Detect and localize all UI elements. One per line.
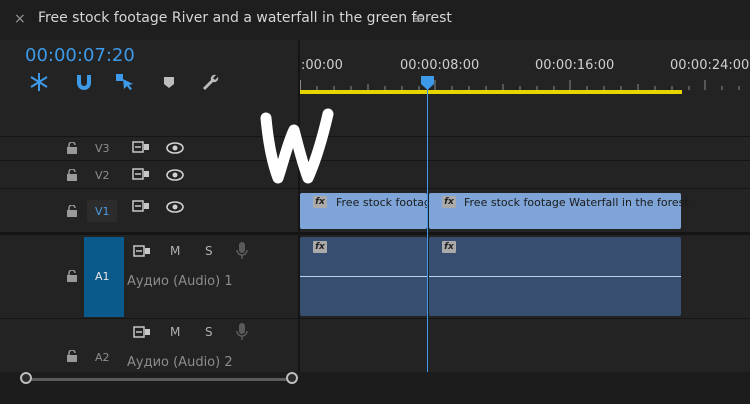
audio-track-label-a2[interactable]: Аудио (Audio) 2 xyxy=(127,355,233,370)
clip-title: Free stock footag xyxy=(336,196,431,209)
clip-title: Free stock footage Waterfall in the fore… xyxy=(464,196,689,209)
fx-badge[interactable]: fx xyxy=(442,241,456,253)
fx-badge[interactable]: fx xyxy=(313,241,327,253)
lock-icon[interactable] xyxy=(67,142,77,154)
toggle-sync-icon[interactable] xyxy=(132,200,150,212)
add-marker-icon[interactable] xyxy=(158,71,180,93)
toggle-sync-icon[interactable] xyxy=(133,245,151,257)
track-name-v3[interactable]: V3 xyxy=(95,142,110,155)
video-clip[interactable]: fx Free stock footage Waterfall in the f… xyxy=(429,193,689,229)
playhead-line[interactable] xyxy=(427,88,428,374)
nest-sequence-icon[interactable] xyxy=(28,71,50,93)
sequence-tab-title[interactable]: Free stock footage River and a waterfall… xyxy=(38,10,452,26)
mute-button[interactable]: M xyxy=(170,244,180,258)
close-icon[interactable]: × xyxy=(14,11,26,27)
video-clip[interactable]: fx Free stock footag xyxy=(300,193,431,229)
work-area-bar[interactable] xyxy=(300,90,682,94)
playhead-timecode[interactable]: 00:00:07:20 xyxy=(25,45,135,66)
ruler-label: 00:00:24:00 xyxy=(670,58,750,73)
track-name-v2[interactable]: V2 xyxy=(95,169,110,182)
mute-button[interactable]: M xyxy=(170,325,180,339)
solo-button[interactable]: S xyxy=(205,244,213,258)
lock-icon[interactable] xyxy=(67,169,77,181)
audio-clip[interactable]: fx xyxy=(300,237,427,316)
time-ruler[interactable] xyxy=(300,80,750,90)
track-name-a2[interactable]: A2 xyxy=(95,351,110,364)
playhead-handle[interactable] xyxy=(421,76,434,90)
microphone-icon[interactable] xyxy=(236,242,248,260)
scroll-track[interactable] xyxy=(25,378,293,381)
volume-rubber-band[interactable] xyxy=(429,276,681,277)
panel-menu-icon[interactable]: ≡ xyxy=(413,11,425,27)
divider xyxy=(0,160,750,161)
ruler-label: :00:00 xyxy=(301,58,343,73)
solo-button[interactable]: S xyxy=(205,325,213,339)
settings-wrench-icon[interactable] xyxy=(199,71,221,93)
ruler-label: 00:00:16:00 xyxy=(535,58,615,73)
track-name-a1[interactable]: A1 xyxy=(95,270,110,283)
lock-icon[interactable] xyxy=(67,350,77,362)
divider xyxy=(0,318,750,319)
video-audio-divider xyxy=(0,232,750,235)
toggle-sync-icon[interactable] xyxy=(133,326,151,338)
audio-track-label-a1[interactable]: Аудио (Audio) 1 xyxy=(127,274,233,289)
toggle-sync-icon[interactable] xyxy=(132,141,150,153)
microphone-icon[interactable] xyxy=(236,323,248,341)
fx-badge[interactable]: fx xyxy=(442,196,456,208)
fx-badge[interactable]: fx xyxy=(313,196,327,208)
divider xyxy=(0,136,750,137)
timeline-zoom-scrollbar[interactable] xyxy=(0,372,750,404)
lock-icon[interactable] xyxy=(67,205,77,217)
eye-icon[interactable] xyxy=(166,169,184,181)
track-name-v1[interactable]: V1 xyxy=(95,205,110,218)
ruler-label: 00:00:08:00 xyxy=(400,58,480,73)
snap-icon[interactable] xyxy=(73,71,95,93)
lock-icon[interactable] xyxy=(67,270,77,282)
scroll-handle-left[interactable] xyxy=(20,372,32,384)
volume-rubber-band[interactable] xyxy=(300,276,427,277)
linked-selection-icon[interactable] xyxy=(113,71,135,93)
scroll-handle-right[interactable] xyxy=(286,372,298,384)
eye-icon[interactable] xyxy=(166,201,184,213)
watermark-logo xyxy=(260,108,334,184)
divider xyxy=(0,188,750,189)
eye-icon[interactable] xyxy=(166,142,184,154)
toggle-sync-icon[interactable] xyxy=(132,168,150,180)
audio-clip[interactable]: fx xyxy=(429,237,681,316)
